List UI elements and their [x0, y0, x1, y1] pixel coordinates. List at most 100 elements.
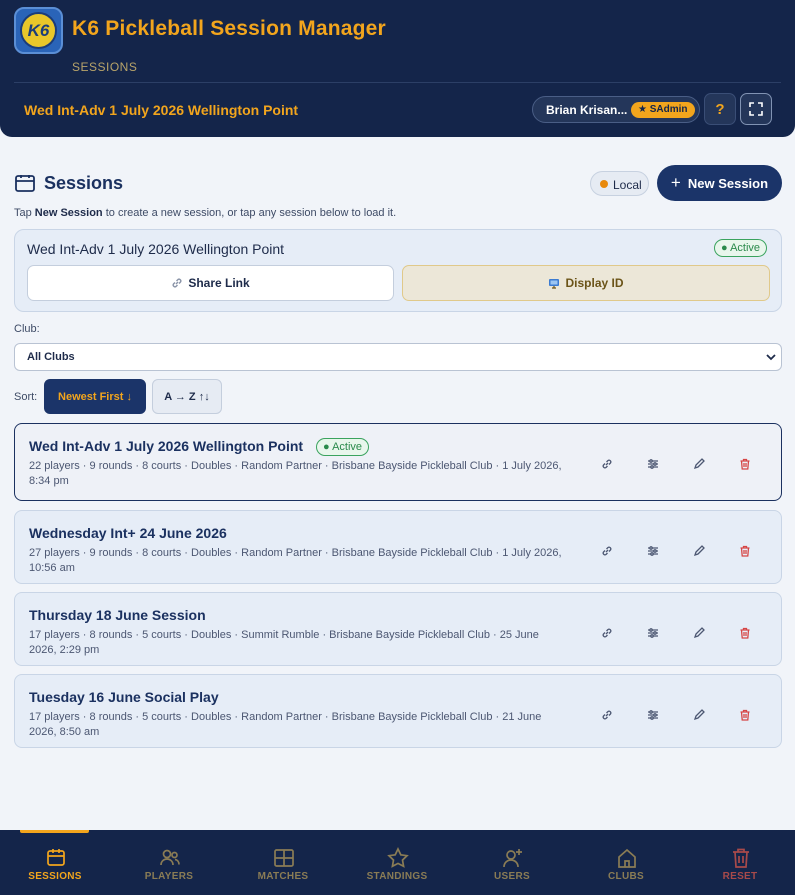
display-icon [549, 278, 560, 289]
sliders-icon [648, 546, 658, 556]
app-title: K6 Pickleball Session Manager [72, 17, 386, 40]
active-session-card: Wed Int-Adv 1 July 2026 Wellington Point… [14, 229, 782, 312]
nav-matches[interactable]: MATCHES [228, 830, 338, 895]
nav-label: SESSIONS [28, 871, 82, 882]
star-icon [387, 847, 409, 868]
club-filter-value: All Clubs [27, 351, 75, 363]
nav-clubs[interactable]: CLUBS [571, 830, 681, 895]
plus-icon: + [670, 173, 681, 192]
nav-label: MATCHES [257, 871, 309, 882]
calendar-icon [15, 175, 35, 192]
settings-button[interactable] [642, 704, 664, 726]
display-id-button[interactable]: Display ID [402, 265, 770, 301]
edit-button[interactable] [688, 622, 710, 644]
copy-link-button[interactable] [596, 622, 618, 644]
session-row[interactable]: Thursday 18 June Session 17 players · 8 … [14, 592, 782, 666]
session-meta: 22 players · 9 rounds · 8 courts · Doubl… [29, 460, 562, 487]
hint-text: Tap New Session to create a new session,… [14, 207, 397, 219]
current-session-name: Wed Int-Adv 1 July 2026 Wellington Point [24, 102, 299, 118]
delete-button[interactable] [734, 540, 756, 562]
session-title: Wednesday Int+ 24 June 2026 [29, 525, 227, 541]
new-session-button[interactable]: + New Session [657, 165, 782, 201]
session-title: Wed Int-Adv 1 July 2026 Wellington Point [29, 438, 304, 454]
share-link-button[interactable]: Share Link [27, 265, 394, 301]
nav-users[interactable]: USERS [457, 830, 567, 895]
app-header: K6 K6 Pickleball Session Manager SESSION… [0, 0, 795, 137]
settings-button[interactable] [642, 453, 664, 475]
help-button[interactable]: ? [704, 93, 736, 125]
link-icon [602, 628, 612, 638]
session-title: Tuesday 16 June Social Play [29, 689, 219, 705]
storage-status-badge: Local [590, 171, 649, 196]
pencil-icon [693, 709, 705, 721]
nav-label: STANDINGS [366, 871, 428, 882]
sliders-icon [648, 628, 658, 638]
link-icon [602, 546, 612, 556]
nav-players[interactable]: PLAYERS [114, 830, 224, 895]
link-icon [602, 710, 612, 720]
active-badge: ● Active [714, 239, 768, 257]
active-session-name: Wed Int-Adv 1 July 2026 Wellington Point [27, 241, 285, 257]
copy-link-button[interactable] [596, 453, 618, 475]
delete-button[interactable] [734, 622, 756, 644]
fullscreen-icon [749, 102, 763, 116]
session-row[interactable]: Wed Int-Adv 1 July 2026 Wellington Point… [14, 423, 782, 501]
bottom-nav: SESSIONS PLAYERS MATCHES STANDINGS USERS… [0, 830, 795, 895]
storage-label: Local [613, 178, 642, 192]
delete-button[interactable] [734, 704, 756, 726]
sort-newest-button[interactable]: Newest First ↓ [44, 379, 146, 414]
edit-button[interactable] [688, 540, 710, 562]
page-subtitle: SESSIONS [72, 60, 138, 74]
trash-icon [740, 627, 750, 639]
nav-label: CLUBS [608, 871, 644, 882]
trash-icon [740, 458, 750, 470]
session-title: Thursday 18 June Session [29, 607, 206, 623]
session-row[interactable]: Wednesday Int+ 24 June 2026 27 players ·… [14, 510, 782, 584]
user-plus-icon [503, 849, 522, 868]
edit-button[interactable] [688, 453, 710, 475]
club-filter-select[interactable]: All Clubs [14, 343, 782, 371]
users-icon [160, 849, 180, 866]
active-tab-indicator [20, 830, 89, 833]
trash-icon [733, 848, 749, 868]
active-badge: ● Active [316, 438, 370, 456]
settings-button[interactable] [642, 622, 664, 644]
nav-standings[interactable]: STANDINGS [342, 830, 452, 895]
club-filter-label: Club: [14, 323, 40, 335]
section-title: Sessions [44, 173, 124, 193]
app-logo: K6 [14, 7, 63, 54]
sliders-icon [648, 710, 658, 720]
sliders-icon [648, 459, 658, 469]
new-session-label: New Session [687, 175, 769, 191]
user-menu[interactable]: Brian Krisan... ★ SAdmin [532, 96, 700, 123]
role-badge: ★ SAdmin [631, 102, 695, 118]
session-meta: 17 players · 8 rounds · 5 courts · Doubl… [29, 629, 539, 656]
session-meta: 27 players · 9 rounds · 8 courts · Doubl… [29, 547, 562, 574]
delete-button[interactable] [734, 453, 756, 475]
header-divider [14, 82, 781, 83]
sort-az-button[interactable]: A → Z ↑↓ [152, 379, 222, 414]
pickleball-logo-icon: K6 [20, 12, 57, 49]
copy-link-button[interactable] [596, 540, 618, 562]
fullscreen-button[interactable] [740, 93, 772, 125]
trash-icon [740, 545, 750, 557]
pencil-icon [693, 458, 705, 470]
user-name: Brian Krisan... [546, 103, 628, 117]
home-icon [618, 848, 636, 868]
nav-label: USERS [494, 871, 530, 882]
pencil-icon [693, 627, 705, 639]
display-id-label: Display ID [565, 276, 624, 290]
chevron-down-icon [766, 354, 776, 361]
settings-button[interactable] [642, 540, 664, 562]
calendar-icon [47, 849, 65, 866]
sort-label: Sort: [14, 391, 38, 403]
copy-link-button[interactable] [596, 704, 618, 726]
pencil-icon [693, 545, 705, 557]
trash-icon [740, 709, 750, 721]
nav-label: RESET [722, 871, 758, 882]
edit-button[interactable] [688, 704, 710, 726]
session-row[interactable]: Tuesday 16 June Social Play 17 players ·… [14, 674, 782, 748]
nav-reset[interactable]: RESET [685, 830, 795, 895]
session-meta: 17 players · 8 rounds · 5 courts · Doubl… [29, 711, 542, 738]
nav-sessions[interactable]: SESSIONS [0, 830, 110, 895]
